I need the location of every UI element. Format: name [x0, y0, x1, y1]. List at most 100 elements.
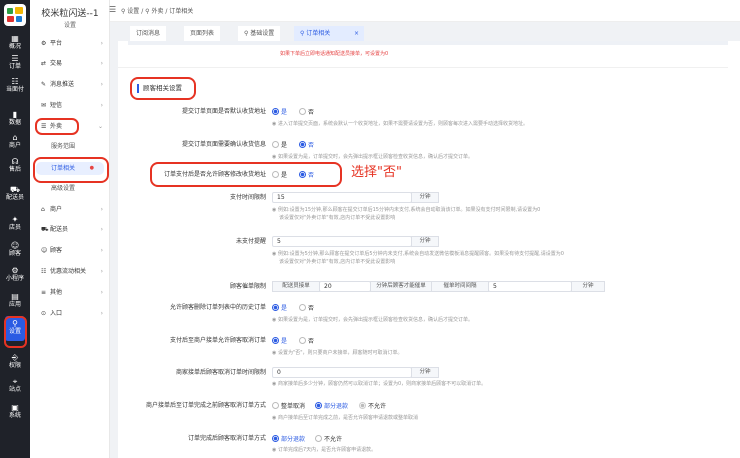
pay-time-limit-input[interactable]: 15	[272, 192, 412, 203]
unpaid-reminder-unit: 分钟	[411, 236, 439, 247]
sidebar-item-merchant[interactable]: ⌂ 商户 ›	[30, 203, 110, 217]
annotation-highlight-order-related	[33, 157, 109, 183]
chevron-right-icon: ›	[100, 289, 103, 296]
rail-item-apps[interactable]: ▤ 应用	[0, 289, 30, 314]
after-complete-partial[interactable]: 部分退款	[272, 435, 305, 444]
sidebar-item-other[interactable]: ≡ 其他 ›	[30, 286, 110, 300]
menu-icon: ≡	[41, 289, 47, 296]
rail-item-label: 概况	[8, 43, 21, 50]
rail-item-data[interactable]: ▮ 数据	[0, 107, 30, 132]
sidebar-item-label: 配送员	[50, 226, 69, 233]
rail-item-label: 商户	[8, 142, 21, 149]
rail-item-permissions[interactable]: ⎆ 权限	[0, 350, 30, 375]
sidebar-item-trade[interactable]: ⇄ 交易 ›	[30, 57, 110, 71]
cancel-method-whole[interactable]: 整单取消	[272, 402, 305, 411]
sidebar-item-label: 消息推送	[50, 81, 75, 88]
urge-order-addon-1: 配送员接单	[272, 281, 320, 292]
rail-item-customers[interactable]: ☺ 顾客	[0, 238, 30, 263]
pay-time-limit-hint: ◉ 例如:设置为15分钟,那么顾客在提交订单后15分钟内未支付,系统会自动取消该…	[272, 207, 541, 213]
sidebar-subitem-label: 高级设置	[51, 185, 76, 192]
confirm-info-no[interactable]: 否	[299, 141, 314, 150]
mail-icon: ✉	[41, 102, 47, 109]
unpaid-reminder-hint: ◉ 例如:设置为5分钟,那么顾客在提交订单后5分钟内未支付,系统会自动发送微信模…	[272, 251, 564, 257]
rail-item-couriers[interactable]: ⛟ 配送员	[0, 182, 30, 207]
after-complete-hint: ◉ 订单完成后7天内，是否允许顾客申请退款。	[272, 447, 377, 453]
rail-item-label: 权限	[8, 362, 21, 369]
cancel-before-accept-no[interactable]: 否	[299, 337, 314, 346]
cancel-time-limit-input[interactable]: 0	[272, 367, 412, 378]
tab-order-related[interactable]: ⚲ 订单相关 ×	[294, 26, 364, 41]
close-icon[interactable]: ×	[354, 26, 359, 41]
sidebar-item-label: 其他	[50, 289, 63, 296]
site-icon: ⌖	[12, 377, 18, 386]
after-complete-none[interactable]: 不允许	[315, 435, 342, 444]
cancel-before-accept-hint: ◉ 设置为"否"，则只要商户未接单，顾客随时可取消订单。	[272, 350, 403, 356]
urge-order-minutes-input[interactable]: 20	[319, 281, 371, 292]
urge-interval-input[interactable]: 5	[488, 281, 572, 292]
sidebar-item-customer[interactable]: ☺ 顾客 ›	[30, 244, 110, 258]
confirm-info-yes[interactable]: 是	[272, 141, 287, 150]
sidebar-item-label: 顾客	[50, 247, 63, 254]
modify-address-yes[interactable]: 是	[272, 171, 287, 180]
urge-interval-unit: 分钟	[571, 281, 605, 292]
sidebar-subitem-service-area[interactable]: 服务范围	[30, 140, 110, 153]
cancel-before-accept-yes[interactable]: 是	[272, 337, 287, 346]
sidebar-item-platform[interactable]: ⚙ 平台 ›	[30, 37, 110, 51]
delete-history-hint: ◉ 如果设置为是，订单提交时，会先弹出提示框让顾客检查收货信息，确认后才提交订单…	[272, 317, 473, 323]
unpaid-reminder-label: 未支付提醒	[235, 238, 266, 245]
rail-item-after-sales[interactable]: ☊ 售后	[0, 154, 30, 179]
radio-checked-icon	[299, 171, 306, 178]
rail-item-staff[interactable]: ✦ 店员	[0, 212, 30, 237]
store-name: 校米粒闪送--1	[41, 9, 99, 19]
sidebar-item-push[interactable]: ✎ 消息推送 ›	[30, 78, 110, 92]
sidebar-item-sms[interactable]: ✉ 短信 ›	[30, 99, 110, 113]
rail-item-label: 应用	[8, 301, 21, 308]
store-icon: ⌂	[41, 206, 45, 213]
rail-item-face-pay[interactable]: ☷ 当面付	[0, 74, 30, 99]
urge-order-label: 顾客催单限制	[229, 283, 266, 290]
store-icon: ⌂	[12, 133, 18, 142]
delete-history-yes[interactable]: 是	[272, 304, 287, 313]
default-address-label: 提交订单页面是否默认收货地址	[181, 108, 266, 115]
unpaid-reminder-input[interactable]: 5	[272, 236, 412, 247]
rail-item-label: 配送员	[5, 194, 24, 201]
user-icon: ☺	[10, 241, 20, 250]
radio-icon	[315, 435, 322, 442]
tab-page-list[interactable]: 页面列表	[184, 26, 221, 41]
sidebar-item-label: 入口	[50, 310, 63, 317]
default-address-no[interactable]: 否	[299, 108, 314, 117]
entry-icon: ⊙	[41, 310, 47, 317]
chevron-right-icon: ›	[100, 81, 103, 88]
apps-icon: ▤	[11, 292, 19, 301]
tab-subscribe-messages[interactable]: 订阅消息	[130, 26, 167, 41]
rail-item-orders[interactable]: ☰ 订单	[0, 51, 30, 76]
rail-item-site[interactable]: ⌖ 站点	[0, 374, 30, 399]
rail-item-mini-program[interactable]: ⚙ 小程序	[0, 263, 30, 288]
chevron-down-icon: ⌄	[97, 123, 103, 130]
menu-toggle-icon[interactable]: ☰	[109, 5, 116, 14]
bar-chart-icon: ▮	[12, 110, 18, 119]
sidebar-item-promotion[interactable]: ☷ 优惠流动相关 ›	[30, 265, 110, 279]
pay-time-limit-label: 支付时间限制	[229, 194, 266, 201]
radio-icon	[359, 402, 366, 409]
sidebar-item-label: 短信	[50, 102, 63, 109]
radio-icon	[272, 402, 279, 409]
dispatch-red-note: 如果下单后立即电话通知配送员接单，可设置为0	[280, 51, 389, 57]
delete-history-no[interactable]: 否	[299, 304, 314, 313]
scroll-shadow	[128, 41, 728, 45]
modify-address-no[interactable]: 否	[299, 171, 314, 180]
sidebar-item-entry[interactable]: ⊙ 入口 ›	[30, 307, 110, 321]
cancel-method-none[interactable]: 不允许	[359, 402, 386, 411]
chevron-right-icon: ›	[100, 226, 103, 233]
default-address-yes[interactable]: 是	[272, 108, 287, 117]
cancel-method-partial[interactable]: 部分退款	[315, 402, 348, 411]
sidebar-item-courier[interactable]: ⛟ 配送员 ›	[30, 223, 110, 237]
rail-item-system[interactable]: ▣ 系统	[0, 400, 30, 425]
radio-checked-icon	[272, 435, 279, 442]
grid-icon: ▦	[11, 34, 19, 43]
lock-icon: ⎆	[11, 353, 19, 362]
truck-icon: ⛟	[41, 226, 49, 233]
sidebar-subitem-advanced[interactable]: 高级设置	[30, 182, 110, 195]
tab-basic-settings[interactable]: ⚲ 基础设置	[238, 26, 281, 41]
rail-item-merchants[interactable]: ⌂ 商户	[0, 130, 30, 155]
